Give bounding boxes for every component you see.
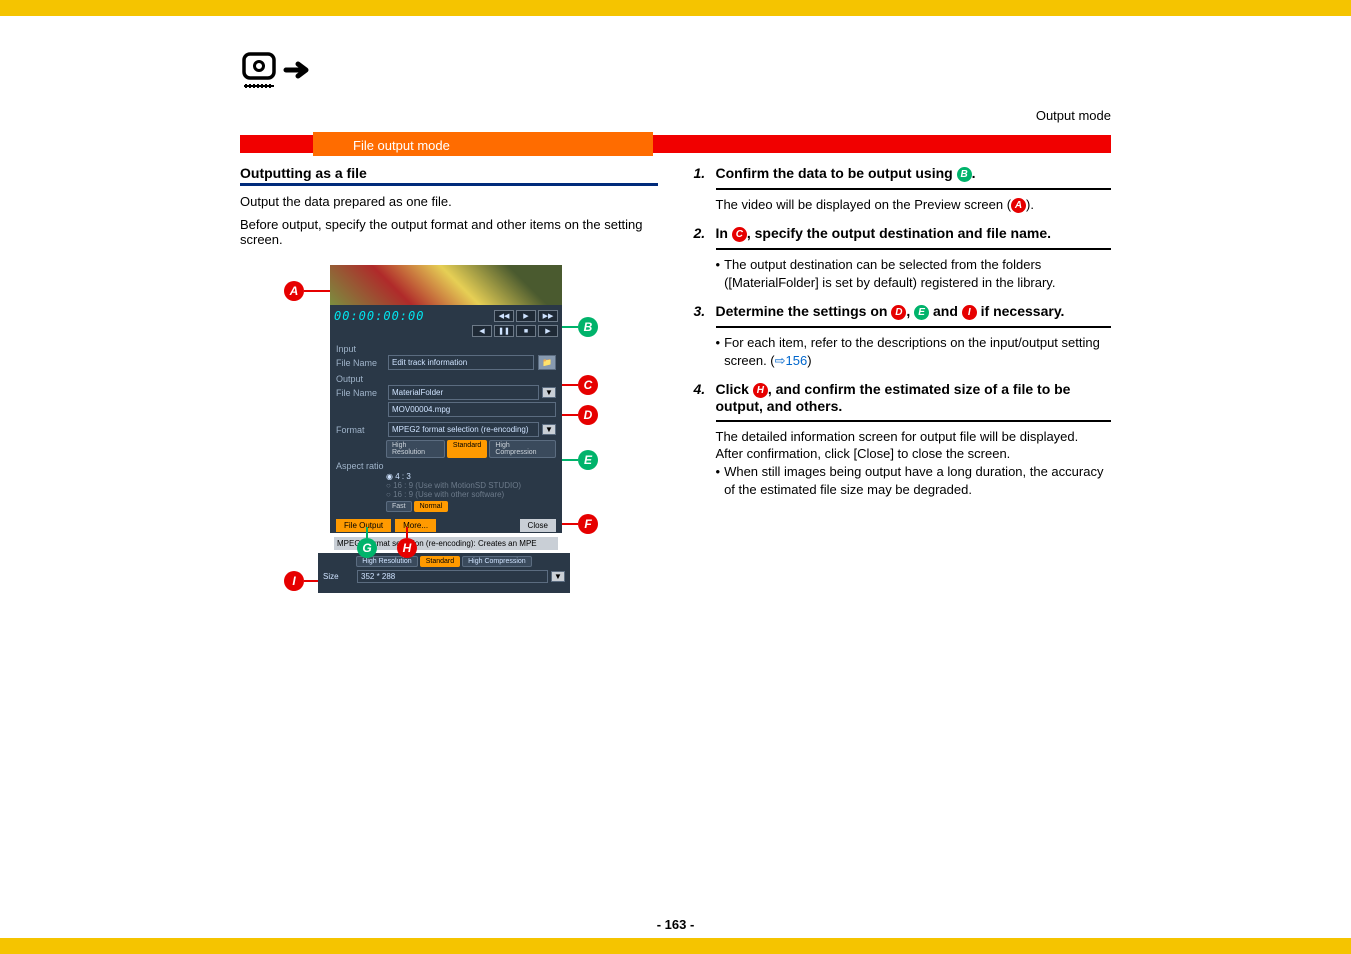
badge-e-icon: E: [914, 305, 929, 320]
normal-pill[interactable]: Normal: [414, 501, 449, 512]
stop-button[interactable]: ■: [516, 325, 536, 337]
aspect-43-radio[interactable]: ◉ 4 : 3: [330, 472, 562, 481]
intro-p1: Output the data prepared as one file.: [240, 194, 658, 209]
step-back-button[interactable]: ◀: [472, 325, 492, 337]
size-snippet: High Resolution Standard High Compressio…: [318, 553, 570, 593]
callout-g: G: [357, 538, 377, 558]
badge-c-icon: C: [732, 227, 747, 242]
input-filename-label: File Name: [336, 358, 384, 368]
badge-b-icon: B: [957, 167, 972, 182]
badge-i-icon: I: [962, 305, 977, 320]
hicomp-pill-2[interactable]: High Compression: [462, 556, 532, 567]
intro-p2: Before output, specify the output format…: [240, 217, 658, 247]
standard-pill[interactable]: Standard: [447, 440, 487, 458]
step2-body: •The output destination can be selected …: [716, 256, 1112, 291]
callout-f: F: [578, 514, 598, 534]
step3-title: Determine the settings on D, E and I if …: [716, 303, 1112, 320]
size-label: Size: [323, 572, 353, 581]
step1-title: Confirm the data to be output using B.: [716, 165, 1112, 182]
output-section-label: Output: [330, 371, 562, 384]
file-output-button[interactable]: File Output: [336, 519, 391, 532]
callout-b: B: [578, 317, 598, 337]
format-label: Format: [336, 425, 384, 435]
step1-body: The video will be displayed on the Previ…: [716, 196, 1112, 214]
title-bar: File output mode: [240, 135, 1111, 153]
hires-pill[interactable]: High Resolution: [386, 440, 445, 458]
hicomp-pill[interactable]: High Compression: [489, 440, 556, 458]
dropdown-arrow-icon[interactable]: ▼: [542, 424, 556, 435]
figure-region: 00:00:00:00 ◀◀ ▶ ▶▶ ◀ ❚❚ ■ ▶: [240, 265, 658, 705]
aspect-169b-radio[interactable]: ○ 16 : 9 (Use with other software): [330, 490, 562, 499]
step3-num: 3.: [694, 303, 710, 320]
step2-title: In C, specify the output destination and…: [716, 225, 1112, 242]
aspect-label: Aspect ratio: [336, 461, 384, 471]
close-button[interactable]: Close: [520, 519, 556, 532]
step4-title: Click H, and confirm the estimated size …: [716, 381, 1112, 414]
callout-h: H: [397, 538, 417, 558]
callout-i: I: [284, 571, 304, 591]
format-dropdown[interactable]: MPEG2 format selection (re-encoding): [388, 422, 539, 437]
badge-d-icon: D: [891, 305, 906, 320]
title-bar-label: File output mode: [353, 135, 450, 156]
output-folder-dropdown[interactable]: MaterialFolder: [388, 385, 539, 400]
size-dropdown[interactable]: 352 * 288: [357, 570, 548, 583]
step3-body: •For each item, refer to the description…: [716, 334, 1112, 369]
badge-h-icon: H: [753, 383, 768, 398]
badge-a-icon: A: [1011, 198, 1026, 213]
forward-button[interactable]: ▶▶: [538, 310, 558, 322]
fast-pill[interactable]: Fast: [386, 501, 412, 512]
input-filename-field[interactable]: Edit track information: [388, 355, 534, 370]
callout-d: D: [578, 405, 598, 425]
section-heading: Outputting as a file: [240, 165, 658, 181]
play-button[interactable]: ▶: [516, 310, 536, 322]
step2-num: 2.: [694, 225, 710, 242]
device-to-pc-icon: [240, 50, 322, 103]
step4-body: The detailed information screen for outp…: [716, 428, 1112, 498]
callout-c: C: [578, 375, 598, 395]
app-screenshot: 00:00:00:00 ◀◀ ▶ ▶▶ ◀ ❚❚ ■ ▶: [330, 265, 562, 533]
callout-a: A: [284, 281, 304, 301]
callout-e: E: [578, 450, 598, 470]
aspect-169a-radio[interactable]: ○ 16 : 9 (Use with MotionSD STUDIO): [330, 481, 562, 490]
timecode: 00:00:00:00: [334, 309, 424, 323]
output-filename-field[interactable]: MOV00004.mpg: [388, 402, 556, 417]
dropdown-arrow-icon[interactable]: ▼: [551, 571, 565, 582]
left-column: Outputting as a file Output the data pre…: [240, 165, 658, 705]
more-button[interactable]: More...: [395, 519, 436, 532]
pause-button[interactable]: ❚❚: [494, 325, 514, 337]
step1-num: 1.: [694, 165, 710, 182]
step4-num: 4.: [694, 381, 710, 414]
page-link[interactable]: ⇨156: [775, 353, 808, 368]
output-filename-label: File Name: [336, 388, 384, 398]
dropdown-arrow-icon[interactable]: ▼: [542, 387, 556, 398]
browse-folder-icon[interactable]: 📁: [538, 355, 556, 370]
page-number: - 163 -: [0, 917, 1351, 932]
step-fwd-button[interactable]: ▶: [538, 325, 558, 337]
standard-pill-2[interactable]: Standard: [420, 556, 460, 567]
right-column: 1. Confirm the data to be output using B…: [694, 165, 1112, 705]
rewind-button[interactable]: ◀◀: [494, 310, 514, 322]
preview-area: [330, 265, 562, 305]
input-section-label: Input: [330, 341, 562, 354]
top-right-label: Output mode: [1036, 108, 1111, 123]
